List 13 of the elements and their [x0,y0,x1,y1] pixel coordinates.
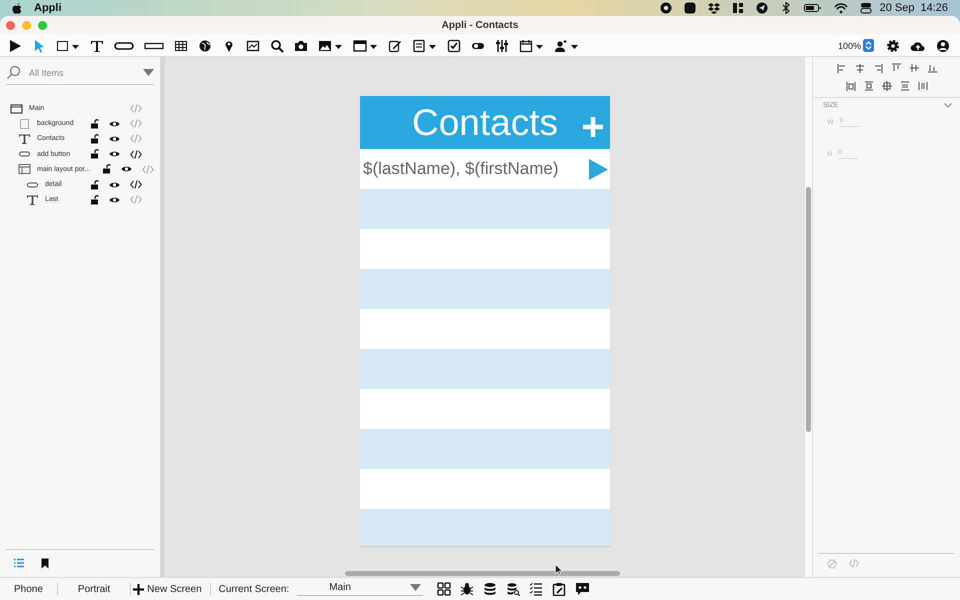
window-title: Appli - Contacts [442,20,518,31]
new-screen-button[interactable]: New Screen [131,584,210,594]
menu-bar-date: 20 Sep [880,2,914,14]
row-text: $(lastName), $(firstName) [363,159,559,179]
current-screen-label: Current Screen: [218,584,290,594]
screen-title: Contacts [412,102,558,144]
menu-bar-time: 14:26 [920,2,948,14]
screen-dropdown[interactable]: Main [297,582,424,596]
list-row[interactable]: $(lastName), $(firstName) [360,149,610,189]
zoom-field[interactable]: 100% [836,38,876,53]
app-menu[interactable]: Appli [34,2,62,14]
device-selector[interactable]: Phone [2,584,57,594]
orientation-selector[interactable]: Portrait [58,584,130,594]
